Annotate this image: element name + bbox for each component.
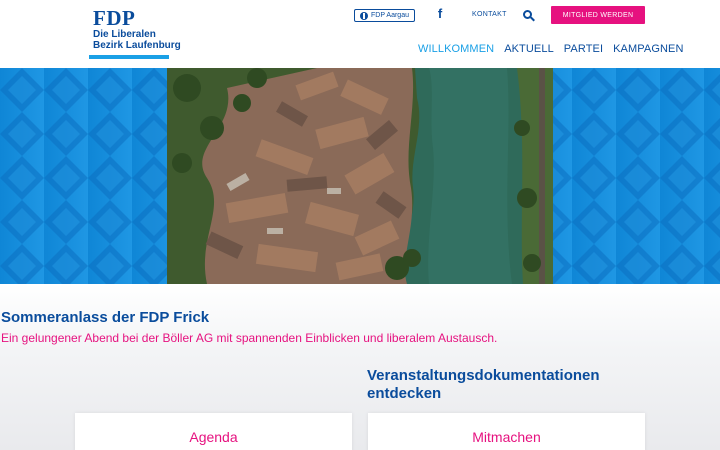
nav-item-aktuell[interactable]: AKTUELL [504,43,554,55]
hero-aerial-photo [167,68,553,284]
article-teaser: Ein gelungener Abend bei der Böller AG m… [1,331,498,345]
logo-underline [89,55,169,59]
mitmachen-card-label: Mitmachen [472,429,541,445]
mitmachen-card[interactable]: Mitmachen [368,413,645,450]
nav-item-partei[interactable]: PARTEI [564,43,603,55]
mitglied-werden-button[interactable]: MITGLIED WERDEN [551,6,645,24]
facebook-icon[interactable]: f [435,7,445,21]
section-title: Veranstaltungsdokumentationen entdecken [367,367,600,402]
logo-line-2: Bezirk Laufenburg [93,40,181,51]
fdp-aargau-label: FDP Aargau [370,12,409,19]
site-header: FDP Die Liberalen Bezirk Laufenburg FDP … [0,0,720,68]
nav-item-kampagnen[interactable]: KAMPAGNEN [613,43,683,55]
agenda-card[interactable]: Agenda [75,413,352,450]
nav-item-willkommen[interactable]: WILLKOMMEN [418,43,494,55]
fdp-logo[interactable]: FDP Die Liberalen Bezirk Laufenburg [89,6,181,60]
agenda-card-label: Agenda [189,429,238,445]
fdp-aargau-link[interactable]: FDP Aargau [354,9,415,22]
main-content: Sommeranlass der FDP Frick Ein gelungene… [0,284,720,450]
main-nav: WILLKOMMEN AKTUELL PARTEI KAMPAGNEN [418,43,684,55]
globe-icon [359,11,368,20]
logo-line-1: Die Liberalen [93,29,156,40]
logo-brand: FDP [93,6,136,30]
search-icon[interactable] [523,10,535,22]
hero-banner [0,68,720,284]
kontakt-link[interactable]: KONTAKT [472,11,507,18]
article-headline[interactable]: Sommeranlass der FDP Frick [1,309,209,326]
